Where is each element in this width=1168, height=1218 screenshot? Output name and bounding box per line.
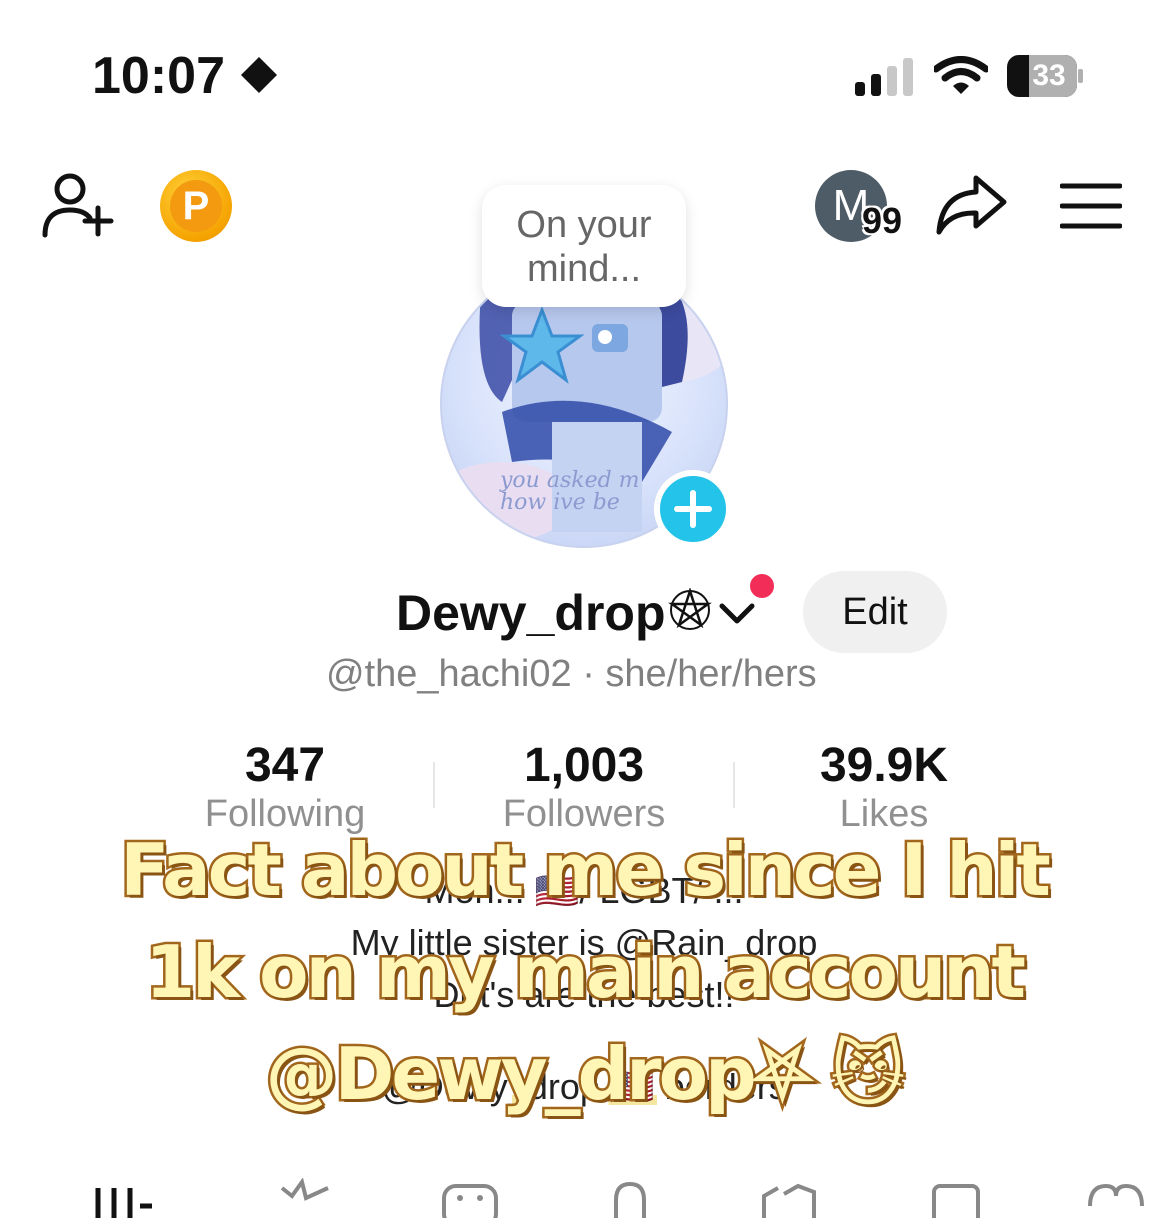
coin-letter: P [170,180,222,232]
avatar-caption: you asked m how ive be [500,468,640,515]
followers-count: 1,003 [523,739,645,792]
grid-tab-icon[interactable] [92,1178,152,1218]
on-your-mind-bubble[interactable]: On your mind... [482,185,686,307]
display-name[interactable]: Dewy_drop [396,584,666,642]
pentagram-icon [668,588,712,630]
liked-tab-icon[interactable] [1086,1178,1146,1218]
sparkle-tab-icon[interactable] [272,1178,332,1218]
bubble-tail [598,330,612,344]
wifi-icon [934,56,988,94]
overlay-line-2: 1k on my main account [143,928,1029,1017]
edit-profile-button[interactable]: Edit [803,571,947,653]
battery-level: 33 [1032,59,1066,92]
notification-dot [750,574,774,598]
shop-tab-icon[interactable] [440,1178,500,1218]
menu-icon[interactable] [1060,182,1122,230]
plus-icon [674,490,712,528]
lock-tab-icon[interactable] [600,1178,660,1218]
bubble-text: On your mind... [516,204,652,290]
share-icon[interactable] [934,172,1008,238]
cellular-signal-icon [855,58,913,96]
following-count: 347 [244,739,326,792]
likes-count: 39.9K [819,739,949,792]
overlay-line-1: Fact about me since I hit [118,826,1054,915]
repost-tab-icon[interactable] [758,1178,818,1218]
handle-and-pronouns: @the_hachi02 · she/her/hers [326,653,817,695]
focus-diamond-icon [241,57,277,93]
status-time: 10:07 [92,47,225,105]
messages-badge: 99 [862,200,903,241]
saved-tab-icon[interactable] [926,1178,986,1218]
chevron-down-icon[interactable] [718,602,756,626]
add-friend-icon[interactable] [42,172,114,238]
coins-icon[interactable]: P [160,170,232,242]
add-story-button[interactable] [654,470,732,548]
overlay-line-3: @Dewy_drop⛧ 😼 [263,1030,908,1119]
